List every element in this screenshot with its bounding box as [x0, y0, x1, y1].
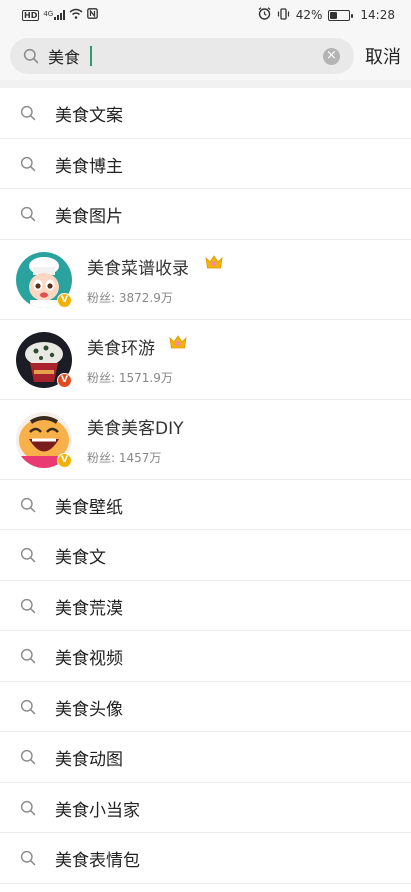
suggestion-item[interactable]: 美食图片 — [0, 189, 411, 240]
suggestion-item[interactable]: 美食文案 — [0, 88, 411, 139]
fans-count: 粉丝: 1571.9万 — [87, 370, 173, 385]
fans-count: 粉丝: 1457万 — [87, 450, 162, 465]
search-header: × 取消 — [0, 32, 411, 80]
fans-count: 粉丝: 3872.9万 — [87, 290, 173, 305]
suggestion-text: 美食小当家 — [55, 800, 140, 821]
suggestion-text: 美食头像 — [55, 699, 123, 720]
search-icon — [20, 800, 36, 820]
verified-badge-icon: V — [57, 372, 72, 388]
suggestion-item[interactable]: 美食博主 — [0, 139, 411, 189]
suggestion-item[interactable]: 美食壁纸 — [0, 480, 411, 530]
alarm-icon — [258, 7, 271, 23]
verified-badge-icon: V — [57, 292, 72, 308]
search-box[interactable]: × — [10, 38, 354, 74]
user-result-item[interactable]: V 美食环游 粉丝: 1571.9万 — [0, 320, 411, 400]
search-icon — [23, 48, 39, 68]
search-icon — [20, 850, 36, 870]
search-icon — [20, 749, 36, 769]
verified-badge-icon: V — [57, 452, 72, 468]
hd-icon: HD — [22, 9, 40, 21]
suggestion-text: 美食图片 — [55, 207, 123, 227]
suggestion-item[interactable]: 美食表情包 — [0, 833, 411, 884]
crown-icon — [205, 254, 223, 274]
search-icon — [20, 699, 36, 719]
search-icon — [20, 206, 36, 226]
suggestion-text: 美食视频 — [55, 649, 123, 669]
signal-icon: 4G — [43, 10, 66, 20]
suggestion-text: 美食荒漠 — [55, 598, 123, 619]
cancel-button[interactable]: 取消 — [365, 43, 401, 69]
suggestion-item[interactable]: 美食动图 — [0, 732, 411, 783]
suggestion-text: 美食壁纸 — [55, 497, 123, 518]
user-name: 美食美客DIY — [87, 418, 184, 439]
user-name: 美食环游 — [87, 338, 155, 359]
battery-icon — [328, 9, 354, 21]
suggestion-text: 美食文案 — [55, 106, 123, 126]
divider — [0, 80, 411, 88]
suggestion-item[interactable]: 美食文 — [0, 530, 411, 581]
text-caret — [90, 46, 92, 66]
search-input[interactable] — [48, 44, 308, 68]
user-name: 美食菜谱收录 — [87, 258, 189, 279]
search-icon — [20, 497, 36, 517]
user-result-item[interactable]: V 美食美客DIY 粉丝: 1457万 — [0, 400, 411, 480]
battery-percent: 42% — [295, 8, 323, 22]
search-icon — [20, 598, 36, 618]
network-type: 4G — [43, 10, 54, 18]
suggestion-item[interactable]: 美食小当家 — [0, 783, 411, 833]
user-result-item[interactable]: V 美食菜谱收录 粉丝: 3872.9万 — [0, 240, 411, 320]
suggestion-text: 美食文 — [55, 548, 106, 568]
clear-icon[interactable]: × — [323, 48, 340, 65]
suggestion-text: 美食动图 — [55, 750, 123, 770]
suggestion-item[interactable]: 美食头像 — [0, 682, 411, 732]
search-icon — [20, 547, 36, 567]
crown-icon — [169, 334, 187, 354]
suggestion-text: 美食博主 — [55, 156, 123, 177]
search-icon — [20, 105, 36, 125]
suggestion-item[interactable]: 美食荒漠 — [0, 581, 411, 631]
wifi-icon — [69, 8, 83, 22]
clock: 14:28 — [360, 8, 395, 22]
status-bar: HD 4G 42% 14:28 — [0, 0, 411, 32]
nfc-icon — [87, 8, 99, 22]
search-icon — [20, 648, 36, 668]
search-icon — [20, 156, 36, 176]
vibrate-icon — [277, 7, 290, 23]
suggestion-list: 美食文案 美食博主 美食图片 V 美食菜谱收录 粉丝: 3872.9万 V 美食… — [0, 88, 411, 884]
suggestion-item[interactable]: 美食视频 — [0, 631, 411, 682]
suggestion-text: 美食表情包 — [55, 851, 140, 871]
